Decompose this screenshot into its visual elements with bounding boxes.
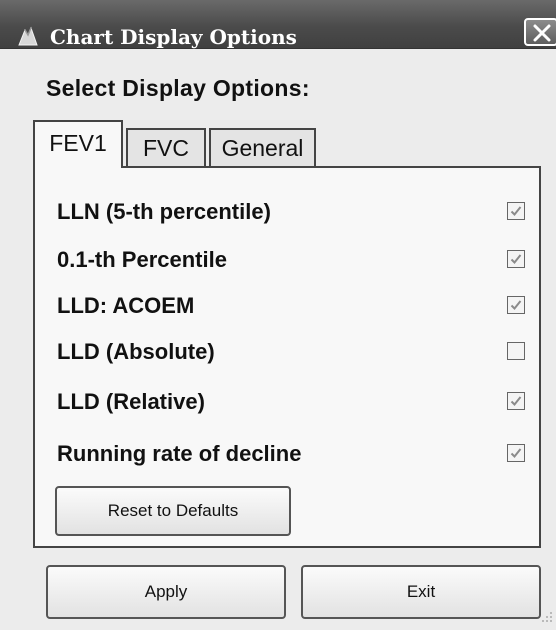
checkbox-lln[interactable] — [507, 202, 525, 220]
checkmark-icon — [510, 206, 522, 216]
option-row-lld-absolute: LLD (Absolute) — [35, 332, 539, 372]
reset-to-defaults-button[interactable]: Reset to Defaults — [55, 486, 291, 536]
option-label: LLD (Relative) — [57, 389, 205, 414]
option-label: LLD: ACOEM — [57, 293, 195, 318]
option-row-lld-relative: LLD (Relative) — [35, 382, 539, 422]
checkmark-icon — [510, 448, 522, 458]
exit-button[interactable]: Exit — [301, 565, 541, 619]
option-label: 0.1-th Percentile — [57, 247, 227, 272]
checkmark-icon — [510, 300, 522, 310]
checkbox-lld-relative[interactable] — [507, 392, 525, 410]
checkbox-lld-absolute[interactable] — [507, 342, 525, 360]
option-row-lln: LLN (5-th percentile) — [35, 192, 539, 232]
option-label: LLN (5-th percentile) — [57, 199, 271, 224]
window-title: Chart Display Options — [50, 25, 297, 49]
close-button[interactable] — [524, 18, 556, 46]
checkbox-0-1-percentile[interactable] — [507, 250, 525, 268]
checkbox-running-rate[interactable] — [507, 444, 525, 462]
checkmark-icon — [510, 254, 522, 264]
option-row-running-rate: Running rate of decline — [35, 434, 539, 474]
tab-fvc[interactable]: FVC — [126, 128, 206, 168]
option-label: LLD (Absolute) — [57, 339, 215, 364]
checkbox-lld-acoem[interactable] — [507, 296, 525, 314]
apply-button[interactable]: Apply — [46, 565, 286, 619]
tab-panel-fev1: LLN (5-th percentile) 0.1-th Percentile … — [33, 166, 541, 548]
tab-general[interactable]: General — [209, 128, 316, 168]
title-bar[interactable]: Chart Display Options — [0, 0, 556, 49]
option-row-lld-acoem: LLD: ACOEM — [35, 286, 539, 326]
close-icon — [533, 24, 551, 42]
resize-grip-icon[interactable] — [540, 610, 554, 624]
tab-fev1[interactable]: FEV1 — [33, 120, 123, 168]
chart-display-options-dialog: Chart Display Options Select Display Opt… — [0, 0, 556, 630]
option-label: Running rate of decline — [57, 441, 302, 466]
app-icon — [16, 24, 40, 48]
dialog-heading: Select Display Options: — [46, 75, 310, 101]
checkmark-icon — [510, 396, 522, 406]
option-row-0-1-percentile: 0.1-th Percentile — [35, 240, 539, 280]
